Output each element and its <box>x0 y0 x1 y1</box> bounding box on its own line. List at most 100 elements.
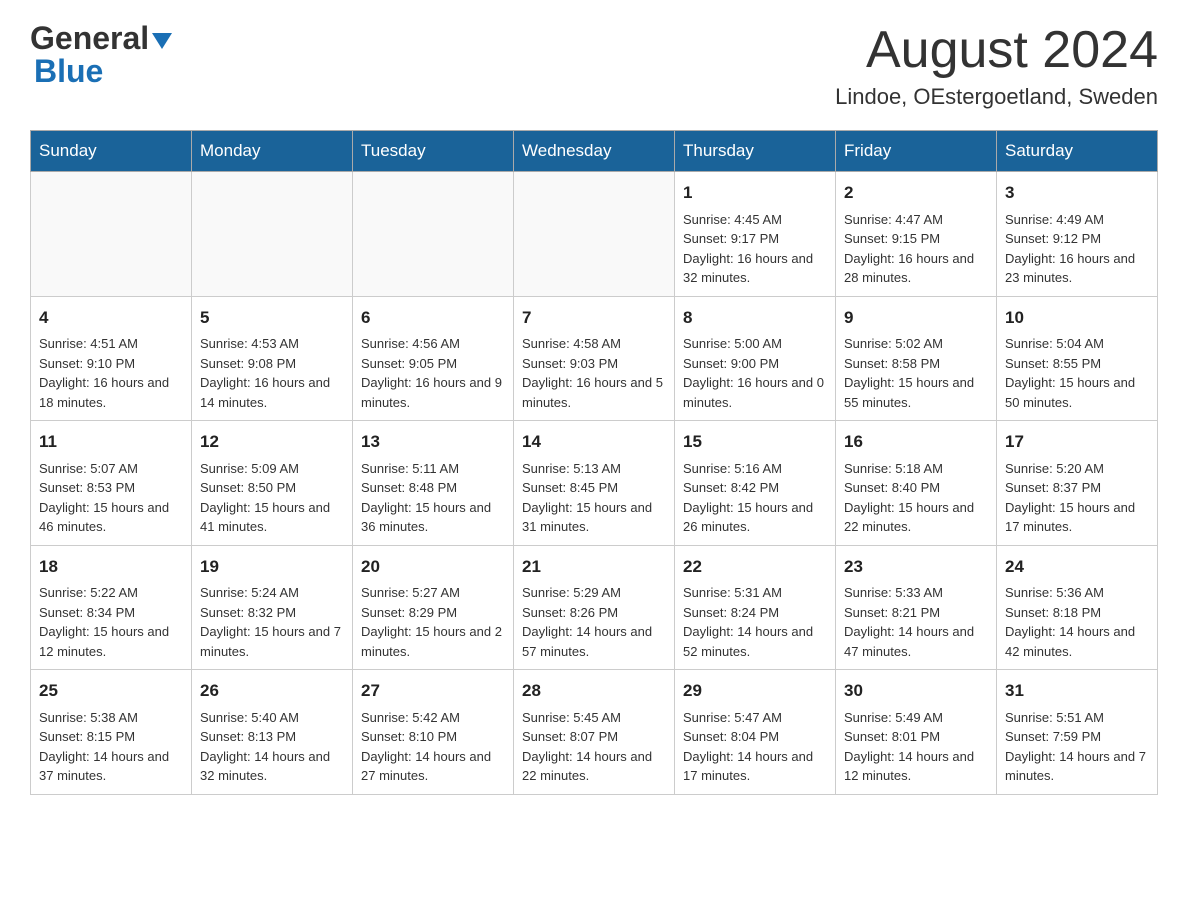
day-info: Sunrise: 5:36 AM Sunset: 8:18 PM Dayligh… <box>1005 583 1149 661</box>
day-number: 23 <box>844 554 988 580</box>
day-info: Sunrise: 5:09 AM Sunset: 8:50 PM Dayligh… <box>200 459 344 537</box>
header-cell-sunday: Sunday <box>31 131 192 172</box>
day-number: 19 <box>200 554 344 580</box>
day-cell: 11 Sunrise: 5:07 AM Sunset: 8:53 PM Dayli… <box>31 421 192 546</box>
day-cell: 20 Sunrise: 5:27 AM Sunset: 8:29 PM Dayli… <box>353 545 514 670</box>
day-number: 13 <box>361 429 505 455</box>
day-cell: 9 Sunrise: 5:02 AM Sunset: 8:58 PM Daylig… <box>836 296 997 421</box>
day-cell: 23 Sunrise: 5:33 AM Sunset: 8:21 PM Dayli… <box>836 545 997 670</box>
day-info: Sunrise: 4:56 AM Sunset: 9:05 PM Dayligh… <box>361 334 505 412</box>
day-number: 21 <box>522 554 666 580</box>
week-row-1: 1Sunrise: 4:45 AM Sunset: 9:17 PM Daylig… <box>31 172 1158 297</box>
day-info: Sunrise: 5:29 AM Sunset: 8:26 PM Dayligh… <box>522 583 666 661</box>
day-cell: 2Sunrise: 4:47 AM Sunset: 9:15 PM Daylig… <box>836 172 997 297</box>
month-title: August 2024 <box>835 20 1158 80</box>
day-cell: 13 Sunrise: 5:11 AM Sunset: 8:48 PM Dayli… <box>353 421 514 546</box>
day-cell: 1Sunrise: 4:45 AM Sunset: 9:17 PM Daylig… <box>675 172 836 297</box>
day-cell: 30 Sunrise: 5:49 AM Sunset: 8:01 PM Dayli… <box>836 670 997 795</box>
day-cell: 27Sunrise: 5:42 AM Sunset: 8:10 PM Dayli… <box>353 670 514 795</box>
week-row-3: 11 Sunrise: 5:07 AM Sunset: 8:53 PM Dayli… <box>31 421 1158 546</box>
day-number: 28 <box>522 678 666 704</box>
day-cell: 29 Sunrise: 5:47 AM Sunset: 8:04 PM Dayli… <box>675 670 836 795</box>
day-number: 31 <box>1005 678 1149 704</box>
week-row-5: 25Sunrise: 5:38 AM Sunset: 8:15 PM Dayli… <box>31 670 1158 795</box>
day-info: Sunrise: 5:18 AM Sunset: 8:40 PM Dayligh… <box>844 459 988 537</box>
day-info: Sunrise: 5:13 AM Sunset: 8:45 PM Dayligh… <box>522 459 666 537</box>
day-info: Sunrise: 5:42 AM Sunset: 8:10 PM Dayligh… <box>361 708 505 786</box>
day-number: 7 <box>522 305 666 331</box>
day-number: 9 <box>844 305 988 331</box>
day-number: 30 <box>844 678 988 704</box>
day-info: Sunrise: 4:58 AM Sunset: 9:03 PM Dayligh… <box>522 334 666 412</box>
header-cell-friday: Friday <box>836 131 997 172</box>
day-cell: 14 Sunrise: 5:13 AM Sunset: 8:45 PM Dayli… <box>514 421 675 546</box>
day-number: 11 <box>39 429 183 455</box>
day-cell: 6 Sunrise: 4:56 AM Sunset: 9:05 PM Daylig… <box>353 296 514 421</box>
header-cell-wednesday: Wednesday <box>514 131 675 172</box>
day-cell: 10Sunrise: 5:04 AM Sunset: 8:55 PM Dayli… <box>997 296 1158 421</box>
logo: General Blue <box>30 20 172 90</box>
day-cell <box>31 172 192 297</box>
day-cell: 8 Sunrise: 5:00 AM Sunset: 9:00 PM Daylig… <box>675 296 836 421</box>
day-number: 3 <box>1005 180 1149 206</box>
day-cell: 12 Sunrise: 5:09 AM Sunset: 8:50 PM Dayli… <box>192 421 353 546</box>
day-cell: 16Sunrise: 5:18 AM Sunset: 8:40 PM Dayli… <box>836 421 997 546</box>
day-cell: 4Sunrise: 4:51 AM Sunset: 9:10 PM Daylig… <box>31 296 192 421</box>
header-cell-monday: Monday <box>192 131 353 172</box>
day-number: 15 <box>683 429 827 455</box>
day-cell: 17 Sunrise: 5:20 AM Sunset: 8:37 PM Dayli… <box>997 421 1158 546</box>
day-info: Sunrise: 5:02 AM Sunset: 8:58 PM Dayligh… <box>844 334 988 412</box>
day-cell <box>192 172 353 297</box>
day-number: 29 <box>683 678 827 704</box>
day-info: Sunrise: 5:45 AM Sunset: 8:07 PM Dayligh… <box>522 708 666 786</box>
day-cell: 22Sunrise: 5:31 AM Sunset: 8:24 PM Dayli… <box>675 545 836 670</box>
day-info: Sunrise: 5:47 AM Sunset: 8:04 PM Dayligh… <box>683 708 827 786</box>
day-info: Sunrise: 4:47 AM Sunset: 9:15 PM Dayligh… <box>844 210 988 288</box>
logo-blue: Blue <box>34 53 172 90</box>
day-info: Sunrise: 5:51 AM Sunset: 7:59 PM Dayligh… <box>1005 708 1149 786</box>
day-number: 20 <box>361 554 505 580</box>
day-info: Sunrise: 4:53 AM Sunset: 9:08 PM Dayligh… <box>200 334 344 412</box>
calendar-header: SundayMondayTuesdayWednesdayThursdayFrid… <box>31 131 1158 172</box>
day-info: Sunrise: 5:38 AM Sunset: 8:15 PM Dayligh… <box>39 708 183 786</box>
day-number: 22 <box>683 554 827 580</box>
day-info: Sunrise: 4:51 AM Sunset: 9:10 PM Dayligh… <box>39 334 183 412</box>
day-cell: 26Sunrise: 5:40 AM Sunset: 8:13 PM Dayli… <box>192 670 353 795</box>
page-header: General Blue August 2024 Lindoe, OEsterg… <box>30 20 1158 110</box>
day-cell: 31 Sunrise: 5:51 AM Sunset: 7:59 PM Dayli… <box>997 670 1158 795</box>
day-cell: 15Sunrise: 5:16 AM Sunset: 8:42 PM Dayli… <box>675 421 836 546</box>
header-row: SundayMondayTuesdayWednesdayThursdayFrid… <box>31 131 1158 172</box>
day-cell: 25Sunrise: 5:38 AM Sunset: 8:15 PM Dayli… <box>31 670 192 795</box>
day-cell: 21 Sunrise: 5:29 AM Sunset: 8:26 PM Dayli… <box>514 545 675 670</box>
day-cell: 19 Sunrise: 5:24 AM Sunset: 8:32 PM Dayli… <box>192 545 353 670</box>
day-cell: 24 Sunrise: 5:36 AM Sunset: 8:18 PM Dayli… <box>997 545 1158 670</box>
day-cell <box>353 172 514 297</box>
day-number: 8 <box>683 305 827 331</box>
day-info: Sunrise: 5:04 AM Sunset: 8:55 PM Dayligh… <box>1005 334 1149 412</box>
day-info: Sunrise: 5:40 AM Sunset: 8:13 PM Dayligh… <box>200 708 344 786</box>
day-number: 6 <box>361 305 505 331</box>
day-info: Sunrise: 5:07 AM Sunset: 8:53 PM Dayligh… <box>39 459 183 537</box>
location-title: Lindoe, OEstergoetland, Sweden <box>835 84 1158 110</box>
day-info: Sunrise: 5:27 AM Sunset: 8:29 PM Dayligh… <box>361 583 505 661</box>
day-info: Sunrise: 5:33 AM Sunset: 8:21 PM Dayligh… <box>844 583 988 661</box>
logo-triangle-icon <box>152 33 172 49</box>
header-cell-saturday: Saturday <box>997 131 1158 172</box>
calendar-body: 1Sunrise: 4:45 AM Sunset: 9:17 PM Daylig… <box>31 172 1158 795</box>
day-number: 18 <box>39 554 183 580</box>
day-info: Sunrise: 5:20 AM Sunset: 8:37 PM Dayligh… <box>1005 459 1149 537</box>
day-info: Sunrise: 4:49 AM Sunset: 9:12 PM Dayligh… <box>1005 210 1149 288</box>
day-number: 14 <box>522 429 666 455</box>
day-number: 5 <box>200 305 344 331</box>
day-number: 17 <box>1005 429 1149 455</box>
header-cell-tuesday: Tuesday <box>353 131 514 172</box>
day-info: Sunrise: 5:11 AM Sunset: 8:48 PM Dayligh… <box>361 459 505 537</box>
day-info: Sunrise: 5:22 AM Sunset: 8:34 PM Dayligh… <box>39 583 183 661</box>
day-info: Sunrise: 5:00 AM Sunset: 9:00 PM Dayligh… <box>683 334 827 412</box>
day-info: Sunrise: 5:49 AM Sunset: 8:01 PM Dayligh… <box>844 708 988 786</box>
day-number: 24 <box>1005 554 1149 580</box>
day-number: 1 <box>683 180 827 206</box>
day-info: Sunrise: 5:24 AM Sunset: 8:32 PM Dayligh… <box>200 583 344 661</box>
title-area: August 2024 Lindoe, OEstergoetland, Swed… <box>835 20 1158 110</box>
day-number: 12 <box>200 429 344 455</box>
